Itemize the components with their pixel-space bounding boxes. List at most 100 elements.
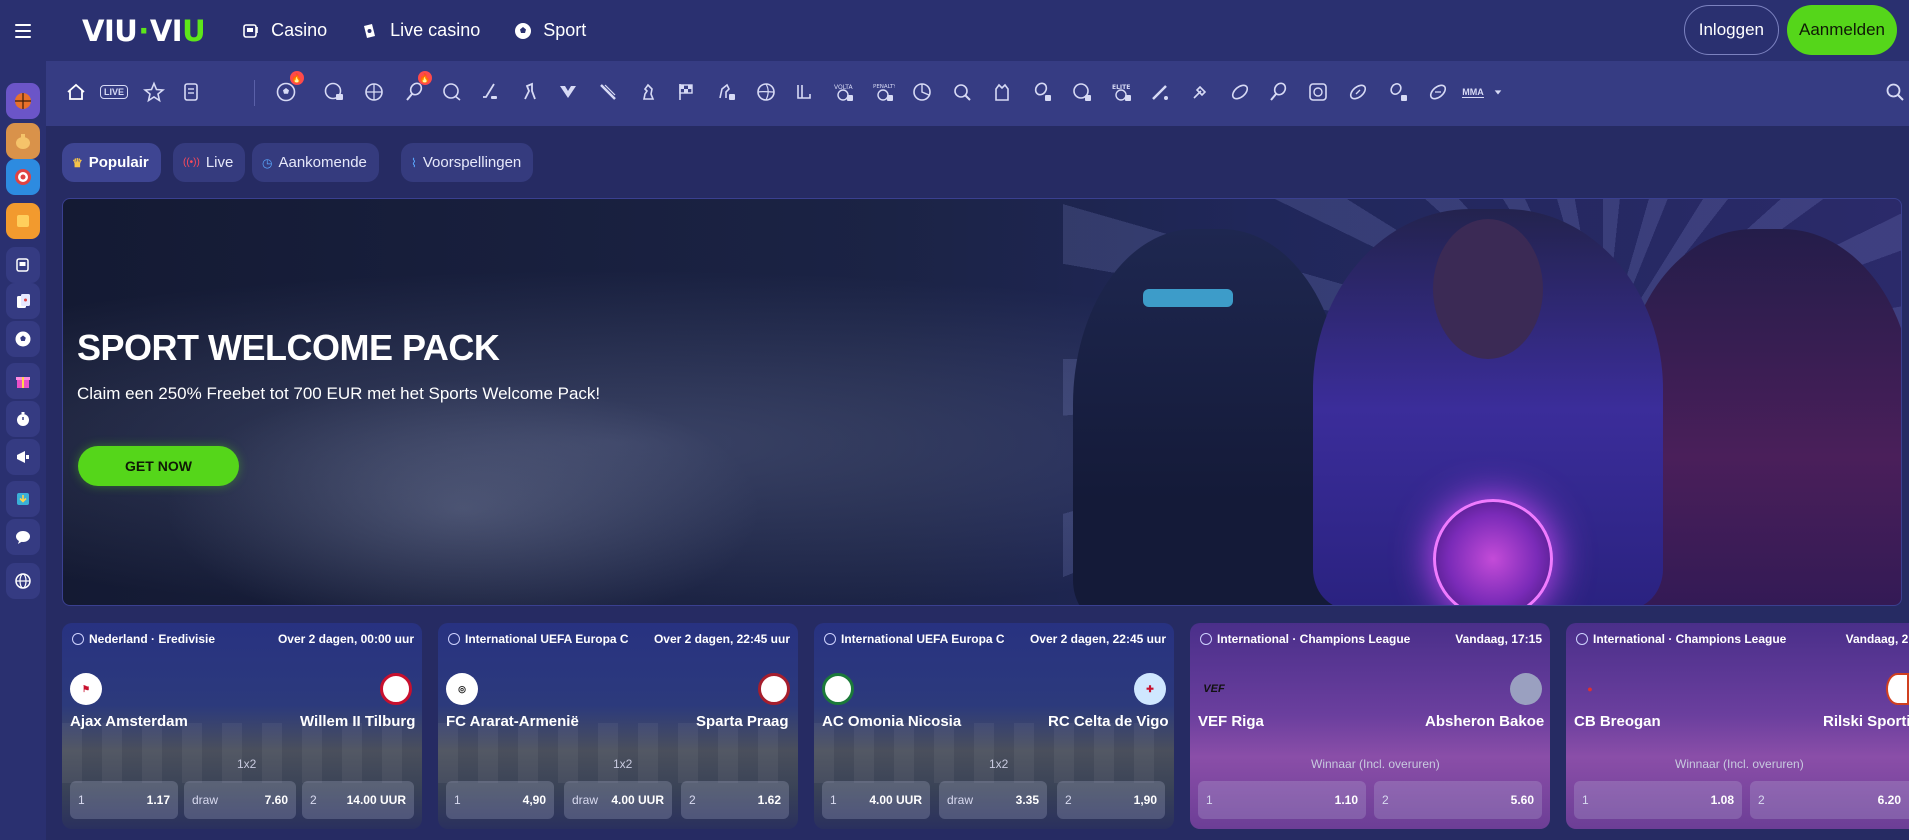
tab-live[interactable]: ((•)) Live (173, 143, 246, 182)
nav-live-casino[interactable]: Live casino (360, 20, 480, 41)
register-button[interactable]: Aanmelden (1786, 5, 1897, 55)
banner-player-figure (1623, 229, 1901, 605)
odd-button[interactable]: 1 1.08 (1574, 781, 1742, 819)
team-crest-vef: VEF (1203, 683, 1225, 695)
odd-button[interactable]: draw 4.00 UUR (564, 781, 672, 819)
search-icon[interactable] (1883, 80, 1907, 104)
chevron-down-icon[interactable] (1492, 80, 1504, 104)
football-icon[interactable] (6, 321, 40, 357)
cricket-icon[interactable] (518, 80, 542, 104)
home-icon[interactable] (64, 80, 88, 104)
odd-button[interactable]: draw 3.35 (939, 781, 1047, 819)
odd-button[interactable]: 2 1.62 (681, 781, 789, 819)
home-team: FC Ararat-Armenië (446, 713, 579, 730)
american-football-icon[interactable] (1346, 80, 1370, 104)
boxing-icon[interactable] (950, 80, 974, 104)
globe-icon (1576, 633, 1588, 645)
away-team: Willem II Tilburg (300, 713, 416, 730)
fighting-icon[interactable] (990, 80, 1014, 104)
slot-machine-icon[interactable] (6, 247, 40, 283)
nav-sport[interactable]: Sport (513, 20, 586, 41)
betslip-icon[interactable] (180, 80, 204, 104)
virtual-racket-icon[interactable] (1386, 80, 1410, 104)
live-icon[interactable]: LIVE (98, 80, 130, 104)
mma-icon[interactable]: MMA (1456, 80, 1490, 104)
live-label: LIVE (99, 85, 128, 99)
odd-button[interactable]: 2 5.60 (1374, 781, 1542, 819)
odd-button[interactable]: 1 4,90 (446, 781, 554, 819)
home-team: Ajax Amsterdam (70, 713, 188, 730)
odd-button[interactable]: draw 7.60 (184, 781, 296, 819)
slot-machine-icon (241, 21, 261, 41)
tab-label: Voorspellingen (422, 154, 522, 171)
globe-icon[interactable] (6, 563, 40, 599)
login-button[interactable]: Inloggen (1683, 5, 1779, 55)
promo-banner[interactable]: SPORT WELCOME PACK Claim een 250% Freebe… (62, 198, 1902, 606)
clock-icon: ◷ (262, 155, 273, 170)
volta-icon[interactable]: VOLTA (832, 80, 856, 104)
tab-voorspellingen[interactable]: ⌇ Voorspellingen (401, 143, 534, 182)
stopwatch-icon[interactable] (6, 401, 40, 437)
banner-title: SPORT WELCOME PACK (77, 327, 500, 368)
odd-button[interactable]: 2 14.00 UUR (302, 781, 414, 819)
rugby-league-icon[interactable] (1426, 80, 1450, 104)
money-bag-icon[interactable] (6, 123, 40, 159)
ticket-icon[interactable] (6, 203, 40, 239)
team-crest-omonia (822, 673, 854, 705)
basketball-icon[interactable] (6, 83, 40, 119)
esports-icon[interactable] (556, 80, 580, 104)
tab-aankomende[interactable]: ◷ Aankomende (252, 143, 379, 182)
table-tennis-icon[interactable] (792, 80, 816, 104)
odd-button[interactable]: 2 6.20 (1750, 781, 1909, 819)
logo-dot: · (138, 13, 149, 48)
pen-icon[interactable] (596, 80, 620, 104)
baseball-icon[interactable] (1148, 80, 1172, 104)
handball-icon[interactable] (910, 80, 934, 104)
svg-text:PENALTY: PENALTY (873, 84, 895, 90)
tab-populair[interactable]: ♛ Populair (62, 143, 161, 182)
tennis-icon[interactable] (1266, 80, 1290, 104)
menu-icon[interactable] (0, 0, 46, 61)
team-crest-celta: ✚ (1134, 673, 1166, 705)
match-time: Vandaag, 17:15 (1455, 632, 1542, 646)
gift-icon[interactable] (6, 363, 40, 399)
virtual-horse-icon[interactable] (714, 80, 738, 104)
hot-badge-icon: 🔥 (290, 71, 304, 85)
get-now-button[interactable]: GET NOW (78, 446, 239, 486)
odd-button[interactable]: 1 1.17 (70, 781, 178, 819)
virtual-tennis-icon[interactable] (1030, 80, 1054, 104)
nav-casino[interactable]: Casino (241, 20, 327, 41)
odd-button[interactable]: 2 1,90 (1057, 781, 1165, 819)
cards-icon[interactable] (6, 283, 40, 319)
nav-sport-label: Sport (543, 20, 587, 40)
live-icon: ((•)) (183, 157, 200, 168)
racing-flag-icon[interactable] (674, 80, 698, 104)
chat-icon[interactable] (6, 519, 40, 555)
match-time: Over 2 dagen, 00:00 uur (277, 632, 414, 646)
download-icon[interactable] (6, 481, 40, 517)
odd-button[interactable]: 1 4.00 UUR (822, 781, 930, 819)
virtual-football-icon[interactable] (322, 80, 346, 104)
megaphone-icon[interactable] (6, 439, 40, 475)
virtual-basketball-icon[interactable] (1070, 80, 1094, 104)
star-icon[interactable] (142, 80, 166, 104)
darts-icon[interactable] (1188, 80, 1212, 104)
cards-icon (360, 21, 380, 41)
globe-icon (448, 633, 460, 645)
nav-casino-label: Casino (271, 20, 328, 40)
target-icon[interactable] (6, 159, 40, 195)
separator (254, 80, 255, 106)
basketball-icon[interactable] (362, 80, 386, 104)
penalty-icon[interactable]: PENALTY (872, 80, 896, 104)
odd-button[interactable]: 1 1.10 (1198, 781, 1366, 819)
logo[interactable]: VIU · VI U (82, 13, 206, 48)
elite-icon[interactable]: ELITE (1110, 80, 1134, 104)
hockey-icon[interactable] (440, 80, 464, 104)
market-label: 1x2 (613, 757, 633, 771)
rugby-icon[interactable] (1228, 80, 1252, 104)
chess-icon[interactable] (636, 80, 660, 104)
ice-hockey-icon[interactable] (478, 80, 502, 104)
volleyball-icon[interactable] (754, 80, 778, 104)
league-label: International · Champions League (1576, 632, 1786, 646)
lottery-icon[interactable] (1306, 80, 1330, 104)
